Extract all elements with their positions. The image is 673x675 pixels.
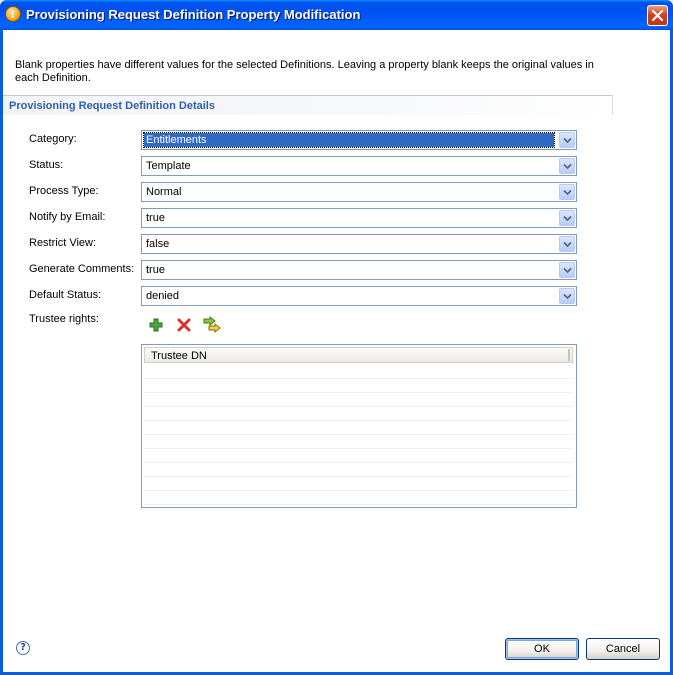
category-combo[interactable]: Entitlements [141,130,577,150]
default-status-combo[interactable]: denied [141,286,577,306]
edit-trustee-button[interactable] [201,314,221,334]
table-row[interactable] [144,421,573,435]
dialog-window: ! Provisioning Request Definition Proper… [0,0,673,675]
default-status-dropdown-button[interactable] [559,288,575,304]
trustee-table[interactable]: Trustee DN [141,344,577,508]
restrict-view-label: Restrict View: [29,237,97,249]
table-row[interactable] [144,449,573,463]
dialog-client-area: Blank properties have different values f… [3,30,670,672]
restrict-view-dropdown-button[interactable] [559,236,575,252]
help-icon: ? [20,642,26,653]
trustee-rights-label: Trustee rights: [29,313,99,325]
section-header: Provisioning Request Definition Details [3,95,613,115]
close-button[interactable] [647,5,668,26]
process-type-dropdown-button[interactable] [559,184,575,200]
table-row[interactable] [144,491,573,505]
category-value: Entitlements [143,132,555,148]
category-label: Category: [29,133,77,145]
generate-comments-combo[interactable]: true [141,260,577,280]
restrict-view-combo[interactable]: false [141,234,577,254]
table-row[interactable] [144,463,573,477]
chevron-down-icon [563,267,572,274]
table-row[interactable] [144,379,573,393]
column-header-trustee-dn: Trustee DN [151,350,207,362]
chevron-down-icon [563,137,572,144]
process-type-combo[interactable]: Normal [141,182,577,202]
notify-by-email-combo[interactable]: true [141,208,577,228]
status-value: Template [146,160,191,172]
process-type-label: Process Type: [29,185,99,197]
chevron-down-icon [563,215,572,222]
message-banner: Blank properties have different values f… [3,30,670,93]
app-icon: ! [5,6,21,22]
cancel-button[interactable]: Cancel [586,638,660,660]
table-row[interactable] [144,365,573,379]
edit-trustee-icon [203,315,221,334]
chevron-down-icon [563,189,572,196]
section-divider [612,95,613,114]
chevron-down-icon [563,241,572,248]
restrict-view-value: false [146,238,170,250]
window-title: Provisioning Request Definition Property… [26,7,361,22]
add-trustee-button[interactable] [147,316,165,334]
table-row[interactable] [144,393,573,407]
remove-trustee-button[interactable] [175,316,193,334]
table-row[interactable] [144,435,573,449]
delete-x-icon [177,318,191,332]
notify-by-email-label: Notify by Email: [29,211,106,223]
status-dropdown-button[interactable] [559,158,575,174]
banner-message: Blank properties have different values f… [15,59,594,84]
default-status-value: denied [146,290,180,302]
notify-by-email-dropdown-button[interactable] [559,210,575,226]
default-status-label: Default Status: [29,289,102,301]
chevron-down-icon [563,293,572,300]
process-type-value: Normal [146,186,182,198]
help-button[interactable]: ? [16,641,30,655]
plus-icon [149,318,163,332]
generate-comments-label: Generate Comments: [29,263,135,275]
close-icon [651,9,664,22]
table-row[interactable] [144,477,573,491]
table-header[interactable]: Trustee DN [144,347,573,363]
generate-comments-dropdown-button[interactable] [559,262,575,278]
ok-button[interactable]: OK [505,638,579,660]
status-combo[interactable]: Template [141,156,577,176]
category-dropdown-button[interactable] [559,132,575,148]
status-label: Status: [29,159,64,171]
title-bar[interactable]: ! Provisioning Request Definition Proper… [0,0,673,30]
generate-comments-value: true [146,264,165,276]
notify-by-email-value: true [146,212,165,224]
section-title: Provisioning Request Definition Details [9,100,215,112]
table-row[interactable] [144,407,573,421]
chevron-down-icon [563,163,572,170]
